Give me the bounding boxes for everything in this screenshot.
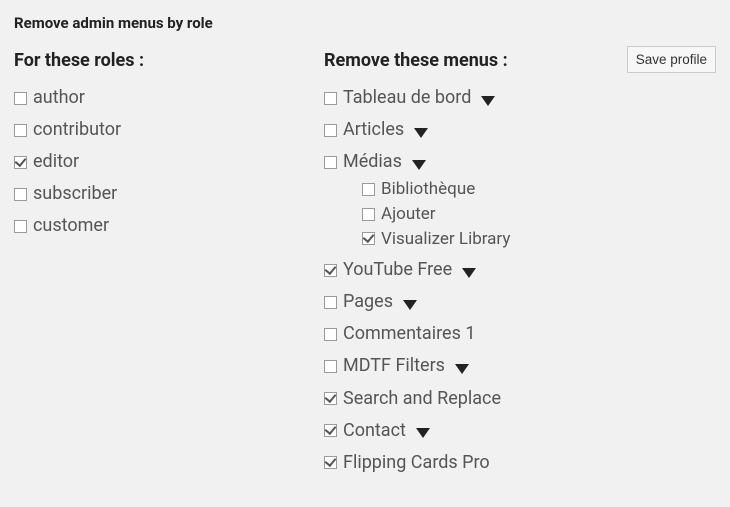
roles-column: For these roles : author contributor edito… [14, 50, 304, 245]
menu-item[interactable]: Tableau de bord [324, 85, 471, 111]
submenu-item[interactable]: Ajouter [362, 202, 436, 227]
menu-item[interactable]: MDTF Filters [324, 353, 445, 379]
role-label: contributor [33, 117, 121, 143]
roles-header: For these roles : [14, 50, 304, 71]
role-item[interactable]: editor [14, 149, 79, 175]
section-title: Remove admin menus by role [14, 14, 716, 32]
menu-checkbox[interactable] [324, 92, 337, 105]
menu-checkbox[interactable] [324, 392, 337, 405]
menu-item[interactable]: YouTube Free [324, 257, 452, 283]
role-label: customer [33, 213, 109, 239]
role-label: author [33, 85, 85, 111]
role-label: editor [33, 149, 79, 175]
role-checkbox[interactable] [14, 124, 27, 137]
menu-checkbox[interactable] [324, 156, 337, 169]
submenu-checkbox[interactable] [362, 208, 375, 221]
menu-checkbox[interactable] [324, 328, 337, 341]
menus-column: Save profile Remove these menus : Tablea… [324, 50, 716, 485]
role-checkbox[interactable] [14, 156, 27, 169]
submenu-checkbox[interactable] [362, 183, 375, 196]
submenu-item[interactable]: Visualizer Library [362, 227, 510, 252]
menus-list: Tableau de bord Articles MédiasBibliothèqu… [324, 85, 712, 485]
menu-item[interactable]: Articles [324, 117, 404, 143]
menu-label: MDTF Filters [343, 353, 445, 379]
menu-checkbox[interactable] [324, 264, 337, 277]
save-profile-button[interactable]: Save profile [627, 46, 716, 73]
submenu-label: Bibliothèque [381, 177, 475, 202]
menu-item[interactable]: Pages [324, 289, 393, 315]
menu-checkbox[interactable] [324, 456, 337, 469]
role-checkbox[interactable] [14, 188, 27, 201]
menu-item[interactable]: Flipping Cards Pro [324, 450, 490, 476]
role-item[interactable]: author [14, 85, 85, 111]
role-label: subscriber [33, 181, 117, 207]
menu-checkbox[interactable] [324, 360, 337, 373]
submenu-label: Ajouter [381, 202, 436, 227]
submenu-list: BibliothèqueAjouterVisualizer Library [362, 177, 712, 251]
role-item[interactable]: customer [14, 213, 109, 239]
role-checkbox[interactable] [14, 220, 27, 233]
expand-caret-icon[interactable] [481, 96, 495, 106]
submenu-item[interactable]: Bibliothèque [362, 177, 475, 202]
menu-label: Pages [343, 289, 393, 315]
menu-label: Contact [343, 418, 406, 444]
expand-caret-icon[interactable] [403, 300, 417, 310]
menus-scroll-area[interactable]: Tableau de bord Articles MédiasBibliothèqu… [324, 85, 716, 485]
expand-caret-icon[interactable] [414, 128, 428, 138]
menu-checkbox[interactable] [324, 124, 337, 137]
expand-caret-icon[interactable] [412, 160, 426, 170]
menu-item[interactable]: Commentaires 1 [324, 321, 475, 347]
menu-label: YouTube Free [343, 257, 452, 283]
menu-item[interactable]: Search and Replace [324, 386, 501, 412]
menu-label: Commentaires 1 [343, 321, 475, 347]
menu-item[interactable]: Contact [324, 418, 406, 444]
menu-item[interactable]: Médias [324, 149, 402, 175]
menu-label: Flipping Cards [343, 482, 458, 485]
expand-caret-icon[interactable] [416, 428, 430, 438]
menu-checkbox[interactable] [324, 424, 337, 437]
menu-label: Search and Replace [343, 386, 501, 412]
menu-label: Flipping Cards Pro [343, 450, 490, 476]
menu-label: Médias [343, 149, 402, 175]
roles-list: author contributor editor subscriber custome… [14, 85, 304, 239]
submenu-label: Visualizer Library [381, 227, 510, 252]
expand-caret-icon[interactable] [455, 364, 469, 374]
menu-checkbox[interactable] [324, 296, 337, 309]
role-checkbox[interactable] [14, 92, 27, 105]
submenu-checkbox[interactable] [362, 232, 375, 245]
menu-label: Articles [343, 117, 404, 143]
menu-item[interactable]: Flipping Cards [324, 482, 458, 485]
expand-caret-icon[interactable] [462, 268, 476, 278]
role-item[interactable]: contributor [14, 117, 121, 143]
menu-label: Tableau de bord [343, 85, 471, 111]
role-item[interactable]: subscriber [14, 181, 117, 207]
